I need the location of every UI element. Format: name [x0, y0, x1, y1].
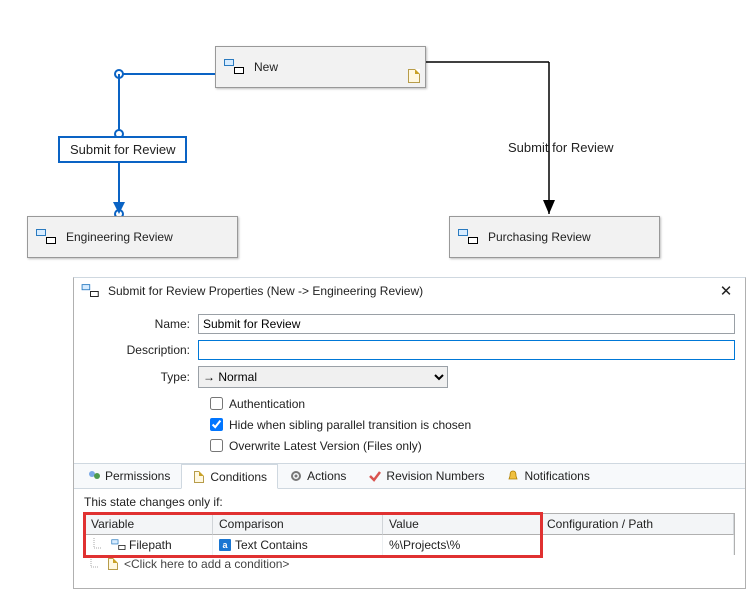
tab-conditions[interactable]: Conditions: [181, 464, 278, 489]
add-condition-label: <Click here to add a condition>: [124, 557, 289, 571]
col-value[interactable]: Value: [383, 514, 541, 535]
authentication-checkbox[interactable]: [210, 397, 223, 410]
type-label: Type:: [84, 370, 198, 384]
tab-label: Actions: [307, 469, 346, 483]
conditions-intro: This state changes only if:: [84, 495, 735, 509]
bell-icon: [506, 469, 520, 483]
condition-row[interactable]: Filepath a Text Contains %\Projects\%: [85, 535, 734, 555]
state-purchasing-review[interactable]: Purchasing Review: [449, 216, 660, 258]
hide-sibling-label: Hide when sibling parallel transition is…: [229, 418, 471, 432]
description-field[interactable]: [198, 340, 735, 360]
variable-icon: [111, 539, 122, 550]
overwrite-checkbox[interactable]: [210, 439, 223, 452]
check-icon: [368, 469, 382, 483]
dialog-titlebar: Submit for Review Properties (New -> Eng…: [74, 278, 745, 304]
tab-bar: Permissions Conditions Actions Revision …: [74, 463, 745, 489]
tab-revision-numbers[interactable]: Revision Numbers: [357, 464, 495, 488]
tab-notifications[interactable]: Notifications: [495, 464, 600, 488]
tree-connector-icon: [91, 538, 105, 552]
close-button[interactable]: ✕: [713, 282, 739, 300]
type-select[interactable]: → Normal: [198, 366, 448, 388]
tab-label: Permissions: [105, 469, 170, 483]
document-icon: [192, 470, 206, 484]
state-engineering-review[interactable]: Engineering Review: [27, 216, 238, 258]
cell-comparison: Text Contains: [235, 538, 308, 552]
tab-actions[interactable]: Actions: [278, 464, 357, 488]
tab-label: Notifications: [524, 469, 589, 483]
tab-permissions[interactable]: Permissions: [76, 464, 181, 488]
dialog-title: Submit for Review Properties (New -> Eng…: [108, 284, 707, 298]
workflow-icon: [224, 59, 246, 75]
workflow-icon: [82, 284, 101, 298]
transition-label: Submit for Review: [70, 142, 175, 157]
tree-connector-icon: [88, 557, 102, 571]
plus-document-icon: [108, 558, 118, 570]
state-new[interactable]: New: [215, 46, 426, 88]
col-variable[interactable]: Variable: [85, 514, 213, 535]
state-label: New: [254, 60, 417, 74]
cell-value: %\Projects\%: [389, 538, 460, 552]
hide-sibling-checkbox[interactable]: [210, 418, 223, 431]
workflow-icon: [36, 229, 58, 245]
people-icon: [87, 469, 101, 483]
tab-label: Conditions: [210, 470, 267, 484]
name-field[interactable]: [198, 314, 735, 334]
state-label: Purchasing Review: [488, 230, 651, 244]
tab-label: Revision Numbers: [386, 469, 484, 483]
document-icon: [408, 69, 420, 83]
state-label: Engineering Review: [66, 230, 229, 244]
transition-submit-right[interactable]: Submit for Review: [508, 140, 613, 155]
description-label: Description:: [84, 343, 198, 357]
conditions-grid: Variable Comparison Value Configuration …: [84, 513, 735, 555]
grid-header: Variable Comparison Value Configuration …: [85, 514, 734, 535]
transition-properties-dialog: Submit for Review Properties (New -> Eng…: [73, 277, 746, 589]
col-config-path[interactable]: Configuration / Path: [541, 514, 734, 535]
text-type-icon: a: [219, 539, 231, 551]
overwrite-label: Overwrite Latest Version (Files only): [229, 439, 422, 453]
col-comparison[interactable]: Comparison: [213, 514, 383, 535]
transition-submit-left[interactable]: Submit for Review: [58, 136, 187, 163]
add-condition-row[interactable]: <Click here to add a condition>: [84, 555, 735, 573]
gear-icon: [289, 469, 303, 483]
cell-variable: Filepath: [129, 538, 172, 552]
name-label: Name:: [84, 317, 198, 331]
authentication-label: Authentication: [229, 397, 305, 411]
workflow-icon: [458, 229, 480, 245]
